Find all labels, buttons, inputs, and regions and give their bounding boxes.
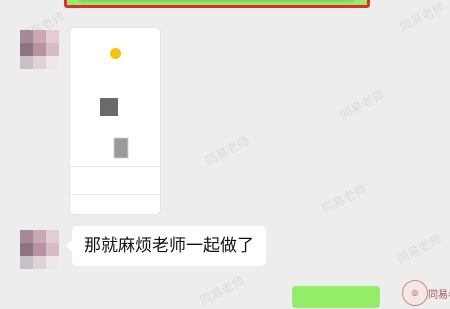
watermark: 同易老师 [337, 87, 387, 123]
divider [70, 166, 160, 167]
screenshot-text-row [76, 70, 154, 75]
coin-icon [110, 48, 121, 59]
divider [70, 194, 160, 195]
image-message-screenshot[interactable] [70, 28, 160, 214]
blurred-message-text [79, 0, 355, 1]
watermark: 同易老师 [197, 273, 247, 309]
watermark-logo-text: 同易老师 [428, 290, 450, 301]
avatar[interactable] [20, 30, 60, 70]
highlighted-message[interactable] [64, 0, 370, 8]
qr-code-icon [100, 98, 118, 116]
watermark-logo-icon: ◎ [402, 280, 428, 306]
watermark: 同易老师 [397, 0, 447, 35]
outgoing-message-bubble[interactable] [292, 286, 380, 308]
screenshot-text-row [76, 178, 154, 183]
watermark: 同易老师 [202, 133, 252, 169]
avatar[interactable] [20, 230, 60, 270]
watermark: 同易老师 [319, 181, 369, 217]
watermark: 同易老师 [394, 231, 444, 267]
message-text: 那就麻烦老师一起做了 [84, 236, 254, 256]
screenshot-text-row [76, 126, 154, 131]
screenshot-text-row [76, 77, 154, 82]
text-message-bubble[interactable]: 那就麻烦老师一起做了 [66, 226, 266, 266]
blurred-image-icon [114, 138, 128, 158]
